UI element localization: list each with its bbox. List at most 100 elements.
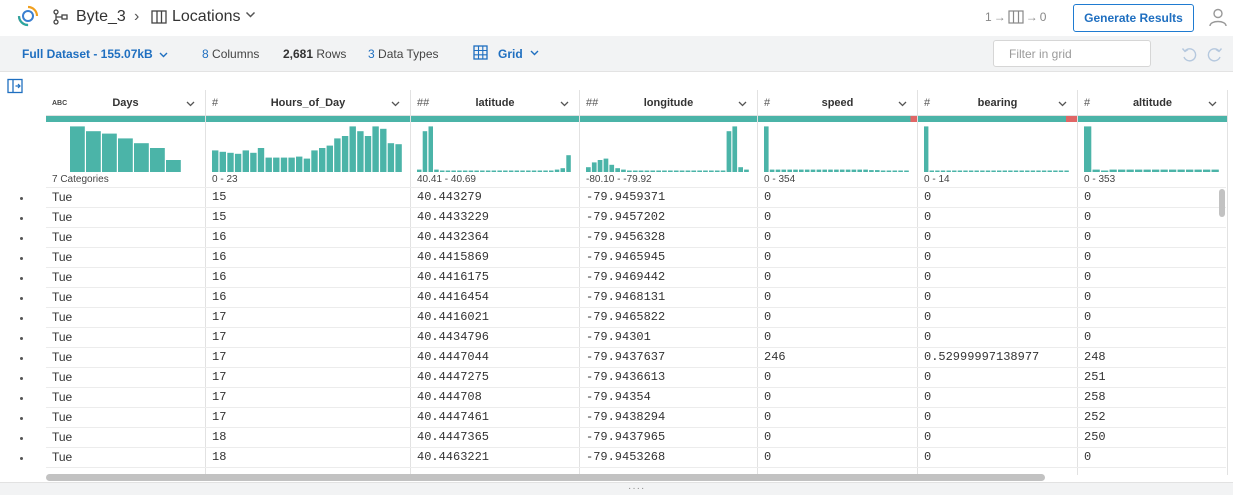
table-cell[interactable]: -79.94301 xyxy=(586,330,651,344)
table-cell[interactable]: 0 xyxy=(924,270,931,284)
histogram-bar[interactable] xyxy=(627,170,632,173)
histogram-bar[interactable] xyxy=(886,170,892,173)
histogram-bar[interactable] xyxy=(457,170,462,173)
row-marker[interactable] xyxy=(20,257,23,260)
histogram-bar[interactable] xyxy=(764,126,769,172)
histogram-bar[interactable] xyxy=(615,168,620,172)
table-cell[interactable]: 16 xyxy=(212,250,226,264)
table-cell[interactable]: 40.444708 xyxy=(417,390,482,404)
lineage-indicator[interactable]: 1 → → 0 xyxy=(985,10,1046,24)
histogram-bar[interactable] xyxy=(357,131,364,172)
histogram-bar[interactable] xyxy=(1058,170,1064,173)
data-quality-bar[interactable] xyxy=(758,116,917,122)
histogram-bar[interactable] xyxy=(609,164,615,172)
table-cell[interactable]: 0 xyxy=(1084,270,1091,284)
histogram-bar[interactable] xyxy=(531,170,537,173)
histogram-bar[interactable] xyxy=(1030,170,1036,173)
table-cell[interactable]: 40.4447275 xyxy=(417,370,489,384)
table-cell[interactable]: 258 xyxy=(1084,390,1106,404)
histogram-bar[interactable] xyxy=(738,167,743,172)
histogram-bar[interactable] xyxy=(417,169,422,172)
vertical-scrollbar[interactable] xyxy=(1219,189,1225,217)
histogram-bar[interactable] xyxy=(549,170,554,173)
histogram-bar[interactable] xyxy=(265,157,272,172)
table-cell[interactable]: 15 xyxy=(212,190,226,204)
table-cell[interactable]: 17 xyxy=(212,310,226,324)
chevron-down-icon[interactable] xyxy=(738,101,747,107)
histogram-bar[interactable] xyxy=(70,126,85,172)
histogram-bar[interactable] xyxy=(940,170,946,173)
table-cell[interactable]: -79.9465945 xyxy=(586,250,665,264)
table-cell[interactable]: 0 xyxy=(1084,290,1091,304)
histogram-bar[interactable] xyxy=(1143,169,1151,172)
histogram-bar[interactable] xyxy=(1152,169,1160,172)
histogram-bar[interactable] xyxy=(1160,169,1168,172)
histogram-bar[interactable] xyxy=(102,133,117,172)
histogram-bar[interactable] xyxy=(537,170,543,173)
histogram-bar[interactable] xyxy=(554,169,560,172)
row-marker[interactable] xyxy=(20,457,23,460)
histogram-bar[interactable] xyxy=(212,150,219,172)
table-cell[interactable]: 40.4447044 xyxy=(417,350,489,364)
data-quality-bar[interactable] xyxy=(580,116,757,122)
chevron-down-icon[interactable] xyxy=(1058,101,1067,107)
view-mode-selector[interactable]: Grid xyxy=(498,47,523,61)
redo-icon[interactable] xyxy=(1207,46,1223,62)
histogram-bar[interactable] xyxy=(1025,170,1030,173)
histogram-bar[interactable] xyxy=(863,169,868,172)
data-quality-bar[interactable] xyxy=(1078,116,1227,122)
generate-results-button[interactable]: Generate Results xyxy=(1073,4,1194,32)
histogram-bar[interactable] xyxy=(957,170,963,173)
resize-handle-icon[interactable]: ···· xyxy=(628,484,645,494)
histogram-bar[interactable] xyxy=(685,170,691,173)
histogram-bar[interactable] xyxy=(280,157,288,172)
histogram-bar[interactable] xyxy=(787,169,792,172)
table-cell[interactable]: 246 xyxy=(764,350,786,364)
histogram-bar[interactable] xyxy=(288,157,295,172)
column-header[interactable]: # speed xyxy=(758,90,917,116)
table-cell[interactable]: 40.443279 xyxy=(417,190,482,204)
histogram-bar[interactable] xyxy=(326,145,333,172)
histogram-bar[interactable] xyxy=(485,170,491,173)
histogram-bar[interactable] xyxy=(1126,169,1134,172)
histogram-bar[interactable] xyxy=(1053,170,1058,173)
histogram-bar[interactable] xyxy=(440,170,445,173)
table-cell[interactable]: Tue xyxy=(52,210,72,224)
histogram-bar[interactable] xyxy=(1194,169,1202,172)
histogram-bar[interactable] xyxy=(839,169,845,172)
histogram-bar[interactable] xyxy=(1008,170,1013,173)
histogram-bar[interactable] xyxy=(462,170,468,173)
histogram-bar[interactable] xyxy=(334,138,341,172)
histogram-bar[interactable] xyxy=(892,170,898,173)
table-cell[interactable]: 0 xyxy=(1084,250,1091,264)
table-cell[interactable]: 0 xyxy=(924,370,931,384)
histogram-bar[interactable] xyxy=(845,169,851,172)
histogram-bar[interactable] xyxy=(673,170,679,173)
column-header[interactable]: ABC Days xyxy=(46,90,205,116)
histogram-bar[interactable] xyxy=(257,148,265,172)
row-marker[interactable] xyxy=(20,417,23,420)
table-cell[interactable]: 0 xyxy=(924,450,931,464)
histogram-bar[interactable] xyxy=(1036,170,1041,173)
histogram-bar[interactable] xyxy=(632,170,638,173)
histogram-bar[interactable] xyxy=(781,169,787,172)
table-cell[interactable]: 40.4415869 xyxy=(417,250,489,264)
histogram-bar[interactable] xyxy=(1002,170,1007,173)
table-cell[interactable]: Tue xyxy=(52,430,72,444)
table-cell[interactable]: -79.9456328 xyxy=(586,230,665,244)
column-histogram[interactable] xyxy=(206,124,410,172)
histogram-bar[interactable] xyxy=(586,167,591,172)
table-cell[interactable]: 40.4416175 xyxy=(417,270,489,284)
data-quality-bar[interactable] xyxy=(411,116,579,122)
histogram-bar[interactable] xyxy=(816,169,822,172)
table-cell[interactable]: 0 xyxy=(924,210,931,224)
column-histogram[interactable] xyxy=(46,124,205,172)
histogram-bar[interactable] xyxy=(638,170,644,173)
row-marker[interactable] xyxy=(20,217,23,220)
table-cell[interactable]: Tue xyxy=(52,310,72,324)
histogram-bar[interactable] xyxy=(234,153,242,172)
histogram-bar[interactable] xyxy=(697,170,702,173)
chevron-down-icon[interactable] xyxy=(898,101,907,107)
data-quality-bar[interactable] xyxy=(46,116,205,122)
histogram-bar[interactable] xyxy=(1101,170,1109,173)
